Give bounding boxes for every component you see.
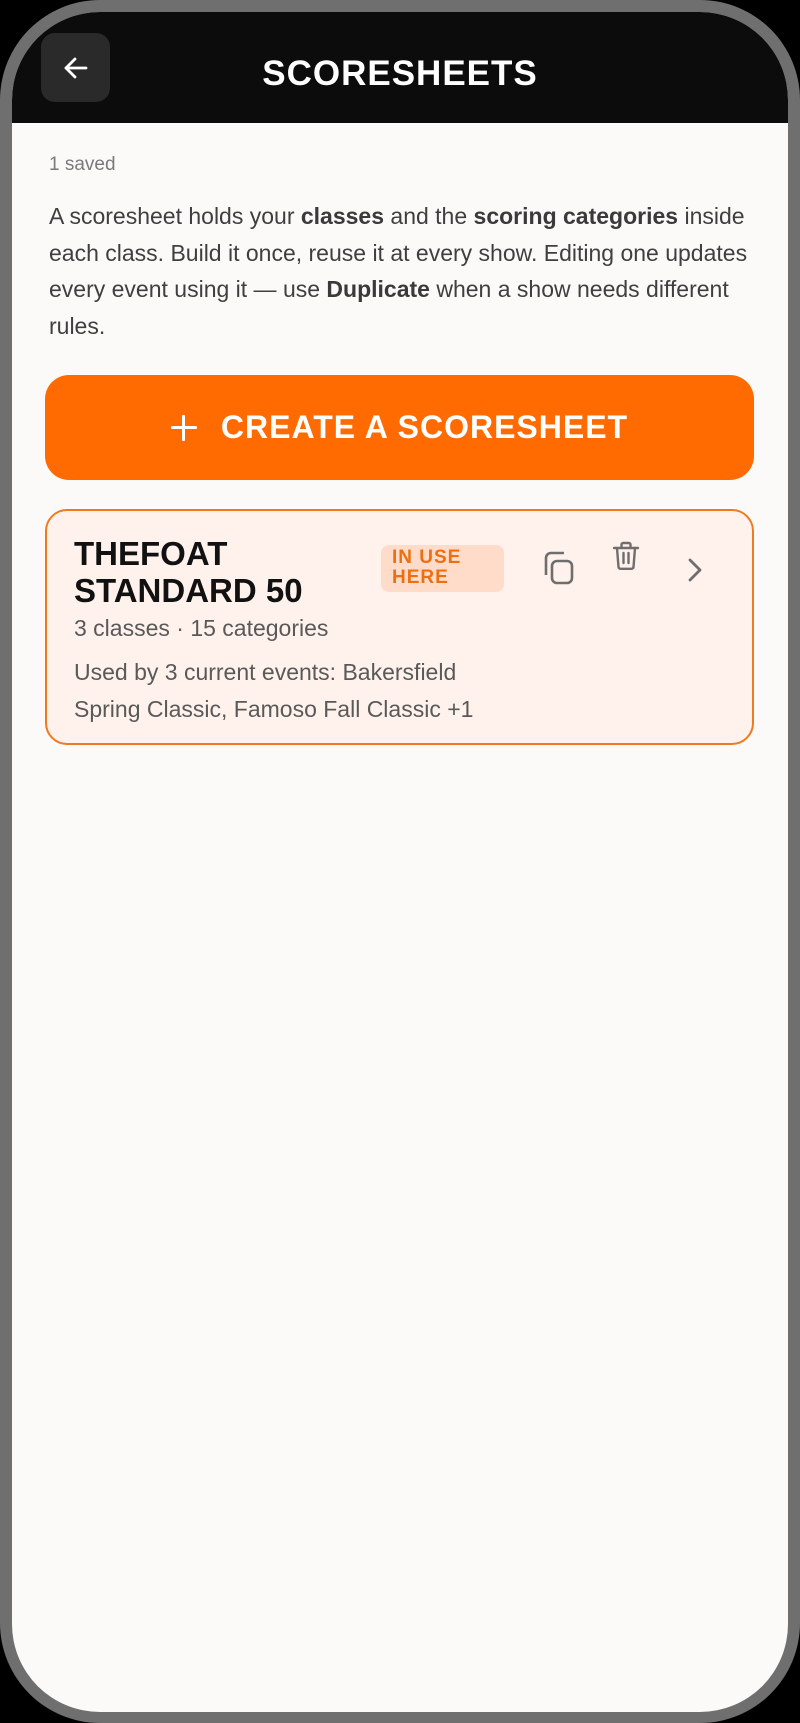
app-screen: SCORESHEETS 1 saved A scoresheet holds y… — [12, 12, 788, 1712]
intro-text: A scoresheet holds your classes and the … — [49, 203, 748, 339]
create-scoresheet-button[interactable]: CREATE A SCORESHEET — [45, 375, 754, 480]
chevron-right-icon — [687, 557, 703, 588]
duplicate-button[interactable] — [534, 546, 582, 594]
plus-icon — [170, 414, 197, 441]
open-scoresheet-button[interactable] — [671, 548, 719, 596]
scoresheet-usage: Used by 3 current events: Bakersfield Sp… — [74, 659, 474, 722]
scoresheet-card[interactable]: THEFOAT STANDARD 50 IN USE HERE 3 classe… — [45, 509, 754, 745]
in-use-badge: IN USE HERE — [381, 545, 504, 592]
create-scoresheet-label: CREATE A SCORESHEET — [220, 409, 629, 445]
header-bar: SCORESHEETS — [12, 12, 788, 123]
copy-icon — [541, 550, 575, 591]
page-title: SCORESHEETS — [262, 54, 538, 93]
scoresheet-meta: 3 classes · 15 categories — [74, 615, 329, 641]
device: SCORESHEETS 1 saved A scoresheet holds y… — [0, 0, 800, 1723]
scoresheet-name: THEFOAT STANDARD 50 — [74, 535, 303, 609]
trash-icon — [612, 541, 640, 576]
delete-button[interactable] — [602, 534, 650, 582]
saved-count: 1 saved — [49, 154, 116, 175]
